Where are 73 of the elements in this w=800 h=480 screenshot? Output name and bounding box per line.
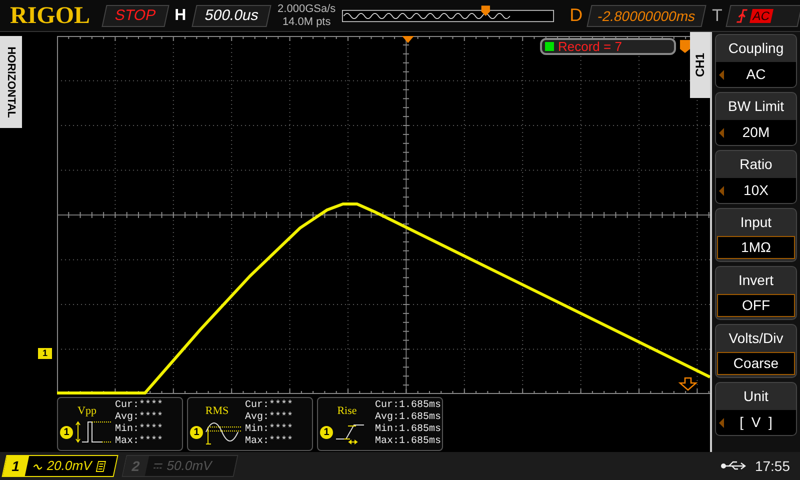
menu-button[interactable]: Volts/Div Coarse: [715, 324, 797, 378]
selector-arrow-icon: [719, 186, 724, 196]
selector-arrow-icon: [719, 128, 724, 138]
clock-time: 17:55: [754, 456, 790, 476]
menu-button[interactable]: BW Limit 20M: [715, 92, 797, 146]
measurement-value: Max:1.685ms: [375, 436, 442, 448]
menu-button[interactable]: Input 1MΩ: [715, 208, 797, 262]
bandwidth-limit-icon: [96, 460, 106, 472]
measurement-value: Min:****: [245, 424, 294, 436]
measurement-value: Cur:****: [245, 400, 294, 412]
usb-icon: [720, 460, 747, 472]
measurement-name: Rise: [337, 404, 357, 419]
measurement-value: Max:****: [115, 436, 164, 448]
record-status-icon: [545, 42, 554, 51]
brand-logo: RIGOL: [10, 4, 90, 28]
measurement-name: RMS: [205, 404, 229, 419]
menu-label: Invert: [737, 271, 774, 290]
delay-value[interactable]: -2.80000000ms: [586, 4, 706, 26]
vpp-waveform-icon: [74, 419, 114, 446]
channel-scale: 20.0mV: [44, 457, 94, 476]
channel-tab[interactable]: CH1: [690, 32, 710, 98]
trigger-settings[interactable]: AC: [726, 4, 800, 26]
trigger-coupling: AC: [750, 8, 774, 22]
timebase-label: H: [174, 6, 186, 26]
selector-arrow-icon: [719, 70, 724, 80]
menu-button[interactable]: Ratio 10X: [715, 150, 797, 204]
measurement-panel[interactable]: Rise 1 Cur:1.685ms Avg:1.685ms Min:1.685ms Max:1.685ms: [317, 397, 443, 451]
menu-button[interactable]: Unit [ V ]: [715, 382, 797, 436]
menu-value: 20M: [742, 123, 770, 142]
measurement-panel[interactable]: RMS 1 Cur:**** Avg:**** Min:**** Max:****: [187, 397, 313, 451]
measurement-value: Min:****: [115, 424, 164, 436]
channel-marker[interactable]: 1: [38, 348, 52, 359]
menu-value: 1MΩ: [741, 238, 771, 257]
menu-value: AC: [746, 65, 766, 84]
channel-number: 1: [2, 456, 30, 476]
channel-badge: 1: [190, 426, 203, 439]
memory-depth: 14.0M pts: [282, 16, 331, 28]
channel-badge: 1: [320, 426, 333, 439]
selector-arrow-icon: [719, 418, 724, 428]
measurement-value: Max:****: [245, 436, 294, 448]
menu-value: OFF: [742, 296, 770, 315]
channel-scale: 50.0mV: [164, 457, 214, 476]
menu-label: Volts/Div: [728, 329, 784, 348]
trigger-level-arrow-icon: [678, 377, 698, 391]
menu-label: Ratio: [738, 155, 774, 174]
channel-indicator[interactable]: 1 20.0mV: [2, 455, 118, 477]
measurement-value: Avg:****: [245, 412, 294, 424]
menu-label: Unit: [742, 387, 770, 406]
rising-edge-icon: [736, 8, 749, 22]
trigger-position-marker[interactable]: [402, 36, 414, 43]
measurement-panel[interactable]: Vpp 1 Cur:**** Avg:**** Min:**** Max:****: [57, 397, 183, 451]
measurement-name: Vpp: [78, 404, 96, 419]
timebase-value[interactable]: 500.0us: [192, 4, 272, 26]
menu-value: 10X: [744, 181, 768, 200]
channel-badge: 1: [60, 426, 73, 439]
measurement-value: Cur:****: [115, 400, 164, 412]
menu-value: Coarse: [733, 354, 779, 373]
measurement-value: Min:1.685ms: [375, 424, 442, 436]
measurement-value: Avg:1.685ms: [375, 412, 442, 424]
menu-label: BW Limit: [727, 97, 785, 116]
menu-button[interactable]: Coupling AC: [715, 34, 797, 88]
record-count: Record = 7: [558, 40, 622, 53]
run-state[interactable]: STOP: [102, 4, 169, 26]
trigger-label: T: [712, 4, 722, 27]
menu-button[interactable]: Invert OFF: [715, 266, 797, 320]
menu-label: Coupling: [727, 39, 785, 58]
horizontal-tab[interactable]: HORIZONTAL: [0, 36, 22, 128]
delay-label: D: [570, 4, 583, 27]
menu-value: [ V ]: [740, 413, 772, 432]
measurement-value: Cur:1.685ms: [375, 400, 442, 412]
sample-rate: 2.000GSa/s: [278, 2, 336, 16]
menu-label: Input: [739, 213, 773, 232]
measurement-value: Avg:****: [115, 412, 164, 424]
